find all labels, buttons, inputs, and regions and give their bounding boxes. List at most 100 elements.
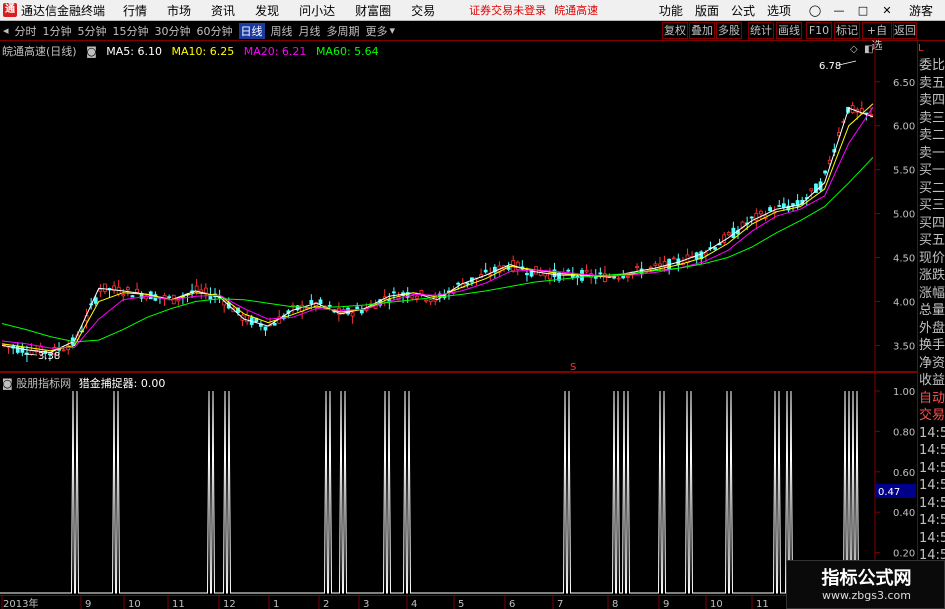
menu-discover[interactable]: 发现 <box>255 2 279 19</box>
add-watchlist-button[interactable]: +自选 <box>862 22 892 52</box>
candle-body <box>327 304 332 307</box>
candle-body <box>525 273 529 276</box>
candle-body <box>639 268 644 275</box>
indicator-settings-icon[interactable]: ◙ <box>2 377 13 390</box>
menu-quotes[interactable]: 行情 <box>123 2 147 19</box>
minimize-icon[interactable]: — <box>827 4 851 17</box>
candle-body <box>355 306 360 310</box>
indicator-axis: 1.00 0.80 0.60 0.40 0.20 <box>875 387 915 560</box>
date-axis-labels: 2013年 9 10 11 12 1 2 3 4 5 6 7 8 9 10 11 <box>1 596 769 609</box>
legend-icon[interactable]: ◙ <box>86 45 97 58</box>
menu-function[interactable]: 功能 <box>659 2 683 19</box>
indicator-chart[interactable]: 1.00 0.80 0.60 0.40 0.20 0.47 <box>0 373 917 595</box>
close-icon[interactable]: ✕ <box>875 4 899 17</box>
quote-panel-header[interactable]: L <box>918 41 945 57</box>
chart-header: 皖通高速(日线) <box>2 45 77 58</box>
panel-toggle-icon[interactable]: ◧ <box>864 44 873 55</box>
period-more[interactable]: 更多 <box>366 23 388 39</box>
candle-body <box>566 269 571 272</box>
quote-field-label: 14:56 <box>919 530 945 546</box>
quote-field-label: 交易 <box>919 408 945 423</box>
date-axis-label: 2 <box>323 599 329 609</box>
candle-body <box>543 273 548 277</box>
mark-button[interactable]: 标记 <box>834 22 860 39</box>
period-60min[interactable]: 60分钟 <box>197 23 233 39</box>
menu-trade[interactable]: 交易 <box>411 2 435 19</box>
login-status[interactable]: 证券交易未登录 <box>469 2 546 18</box>
candle-body <box>809 188 814 192</box>
draw-line-button[interactable]: 画线 <box>776 22 802 39</box>
kline-chart[interactable]: 6.50 6.00 5.50 5.00 4.50 4.00 3.50 6.78 3.38 S <box>0 41 917 372</box>
watermark-url: www.zbgs3.com <box>822 589 911 602</box>
adjust-button[interactable]: 复权 <box>662 22 688 39</box>
period-weekly[interactable]: 周线 <box>271 23 293 39</box>
quote-field-label: 换手 <box>919 338 945 353</box>
indicator-tick-label: 0.40 <box>893 508 915 519</box>
menu-wealth[interactable]: 财富圈 <box>355 2 391 19</box>
candle-body <box>203 287 208 294</box>
overlay-button[interactable]: 叠加 <box>689 22 715 39</box>
candle-body <box>263 326 268 331</box>
date-axis-label: 9 <box>85 599 91 609</box>
period-15min[interactable]: 15分钟 <box>113 23 149 39</box>
quote-field-label: 委比 <box>919 58 945 73</box>
ma-legend: 皖通高速(日线) ◙ MA5: 6.10 MA10: 6.25 MA20: 6.… <box>2 43 385 59</box>
date-axis-label: 11 <box>756 599 769 609</box>
menu-news[interactable]: 资讯 <box>211 2 235 19</box>
quote-field-label: 14:56 <box>919 513 945 528</box>
menu-formula[interactable]: 公式 <box>731 2 755 19</box>
period-monthly[interactable]: 月线 <box>299 23 321 39</box>
moving-average-lines <box>1 103 874 354</box>
candle-body <box>424 299 428 302</box>
maximize-icon[interactable]: □ <box>851 4 875 17</box>
quote-panel: L 委比 卖五 卖四 卖三 卖二 卖一 买一 买二 买三 买四 买五 现价 涨跌 涨幅 总量 外盘 换手 净资 收益… <box>917 41 945 609</box>
menu-toggle-icon[interactable]: ◂ <box>3 24 9 37</box>
candle-body <box>121 294 126 297</box>
period-daily[interactable]: 日线 <box>238 22 265 39</box>
menu-layout[interactable]: 版面 <box>695 2 719 19</box>
menu-market[interactable]: 市场 <box>167 2 191 19</box>
quote-field-label: 买一 <box>919 163 945 178</box>
event-marker: S <box>570 362 576 372</box>
watermark-title: 指标公式网 <box>821 568 912 589</box>
menu-assistant[interactable]: 问小达 <box>299 2 335 19</box>
stats-button[interactable]: 统计 <box>748 22 774 39</box>
date-axis-label: 8 <box>612 599 618 609</box>
candle-body <box>272 322 277 326</box>
candle-body <box>648 266 653 269</box>
multi-stock-button[interactable]: 多股 <box>716 22 742 39</box>
ma20-label: MA20: 6.21 <box>243 45 307 58</box>
guest-label[interactable]: 游客 <box>909 2 933 19</box>
chart-settings-icon[interactable]: ◇ <box>850 44 858 55</box>
menu-options[interactable]: 选项 <box>767 2 791 19</box>
candle-body <box>488 273 493 276</box>
candle-body <box>135 288 139 293</box>
candle-body <box>428 299 433 303</box>
quote-field-label: 14:56 <box>919 443 945 458</box>
record-icon[interactable]: ◯ <box>803 4 827 17</box>
price-tick-label: 4.00 <box>893 297 915 308</box>
back-button[interactable]: 返回 <box>893 22 917 39</box>
period-30min[interactable]: 30分钟 <box>155 23 191 39</box>
indicator-source: 股朋指标网 <box>16 377 72 390</box>
candle-body <box>625 276 630 278</box>
date-axis-label: 9 <box>663 599 669 609</box>
period-5min[interactable]: 5分钟 <box>78 23 107 39</box>
quote-field-label: 涨幅 <box>919 285 945 301</box>
current-stock-title: 皖通高速 <box>554 4 599 17</box>
indicator-panel[interactable]: 1.00 0.80 0.60 0.40 0.20 0.47 ◙ 股朋指标网 猎金捕捉器:… <box>0 373 917 595</box>
kline-chart-panel[interactable]: 6.50 6.00 5.50 5.00 4.50 4.00 3.50 6.78 3.38 S… <box>0 41 917 372</box>
candle-body <box>584 269 589 273</box>
candle-body <box>176 299 181 302</box>
period-1min[interactable]: 1分钟 <box>43 23 72 39</box>
period-multi[interactable]: 多周期 <box>327 23 360 39</box>
chevron-down-icon[interactable]: ▾ <box>390 24 396 37</box>
f10-button[interactable]: F10 <box>806 22 832 39</box>
candle-body <box>671 257 676 260</box>
quote-field-label: 收益 <box>919 373 945 388</box>
period-intraday[interactable]: 分时 <box>15 23 37 39</box>
indicator-signal-line <box>0 390 873 594</box>
price-tick-label: 4.50 <box>893 254 915 265</box>
candle-body <box>456 282 461 285</box>
candle-body <box>15 345 20 353</box>
